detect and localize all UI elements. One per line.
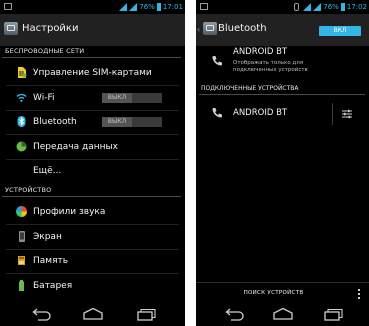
section-divider xyxy=(2,57,181,58)
data-usage-icon xyxy=(16,141,27,152)
recent-apps-icon[interactable] xyxy=(320,307,344,322)
bluetooth-toggle[interactable]: ВЫКЛ xyxy=(102,117,162,127)
settings-item-wifi[interactable]: Wi-Fi ВЫКЛ xyxy=(0,86,185,110)
settings-item-data-usage[interactable]: Передача данных xyxy=(0,135,185,159)
back-icon[interactable] xyxy=(222,307,246,322)
switch-thumb: ВЫКЛ xyxy=(102,117,132,127)
display-icon xyxy=(19,231,25,242)
battery-icon xyxy=(19,280,24,291)
settings-item-more[interactable]: Ещё... xyxy=(0,159,185,183)
section-divider xyxy=(199,94,365,95)
settings-item-label: Профили звука xyxy=(33,207,106,217)
notification-icon xyxy=(200,3,208,10)
settings-item-label: Управление SIM-картами xyxy=(33,68,152,78)
overflow-menu-icon[interactable] xyxy=(358,289,361,299)
device-settings-icon[interactable] xyxy=(341,108,353,120)
sound-profile-icon xyxy=(16,206,27,217)
notification-icon xyxy=(4,3,12,10)
bluetooth-toggle-label: ВЫКЛ xyxy=(107,118,127,125)
sim-card-icon xyxy=(18,67,27,78)
battery-icon xyxy=(340,2,345,11)
phone-icon xyxy=(212,108,222,118)
settings-item-sim[interactable]: Управление SIM-картами xyxy=(0,61,185,85)
navigation-bar xyxy=(0,303,185,326)
section-header-paired: ПОДКЛЮЧЕННЫЕ УСТРОЙСТВА xyxy=(201,85,299,92)
bluetooth-status-icon xyxy=(294,2,300,11)
settings-item-label: Ещё... xyxy=(33,166,62,176)
bluetooth-icon xyxy=(17,116,26,127)
signal-icon-2 xyxy=(129,2,138,11)
battery-icon xyxy=(156,2,161,11)
home-icon[interactable] xyxy=(81,307,105,322)
page-title: Bluetooth xyxy=(218,23,267,34)
home-icon[interactable] xyxy=(271,307,295,322)
status-bar: 76% 17:01 xyxy=(0,0,185,13)
paired-device-name: ANDROID BT xyxy=(233,108,288,118)
status-bar: 76% 17:02 xyxy=(196,0,369,13)
section-header-device: УСТРОЙСТВО xyxy=(5,186,52,194)
bluetooth-master-toggle[interactable]: ВКЛ xyxy=(319,26,361,36)
settings-screen: 76% 17:01 Настройки БЕСПРОВОДНЫЕ СЕТИ Уп… xyxy=(0,0,185,326)
settings-item-label: Bluetooth xyxy=(33,117,77,127)
settings-app-icon[interactable] xyxy=(203,22,217,35)
bottom-action-bar: ПОИСК УСТРОЙСТВ xyxy=(196,282,369,304)
settings-item-bluetooth[interactable]: Bluetooth ВЫКЛ xyxy=(0,110,185,134)
phone-icon xyxy=(212,56,222,66)
toggle-label: ВКЛ xyxy=(333,27,347,34)
section-header-wireless: БЕСПРОВОДНЫЕ СЕТИ xyxy=(5,47,85,55)
navigation-bar xyxy=(196,303,369,326)
search-devices-button[interactable]: ПОИСК УСТРОЙСТВ xyxy=(196,283,351,304)
switch-thumb: ВЫКЛ xyxy=(102,93,132,103)
wifi-toggle[interactable]: ВЫКЛ xyxy=(102,93,162,103)
settings-item-label: Батарея xyxy=(33,281,73,291)
device-name: ANDROID BT xyxy=(233,47,288,57)
settings-item-label: Экран xyxy=(33,232,62,242)
clock: 17:01 xyxy=(162,2,183,11)
settings-item-storage[interactable]: Память xyxy=(0,249,185,273)
settings-item-sound[interactable]: Профили звука xyxy=(0,200,185,224)
bluetooth-screen: 76% 17:02 ‹ Bluetooth ВКЛ ANDROID BT Ото… xyxy=(196,0,369,326)
section-divider xyxy=(2,196,181,197)
wifi-icon xyxy=(16,93,27,102)
action-bar: Настройки xyxy=(0,14,185,46)
page-title: Настройки xyxy=(22,23,79,34)
action-bar: ‹ Bluetooth ВКЛ xyxy=(196,14,369,46)
settings-item-display[interactable]: Экран xyxy=(0,225,185,249)
recent-apps-icon[interactable] xyxy=(133,307,157,322)
signal-icon xyxy=(119,2,128,11)
settings-app-icon[interactable] xyxy=(4,22,18,35)
battery-percent: 76% xyxy=(139,2,155,11)
settings-item-label: Память xyxy=(33,256,69,266)
signal-icon xyxy=(303,2,312,11)
up-caret-icon[interactable]: ‹ xyxy=(197,25,200,34)
storage-icon xyxy=(18,256,25,265)
device-visibility: Отображать только для подключенных устро… xyxy=(233,60,308,73)
back-icon[interactable] xyxy=(29,307,53,322)
clock: 17:02 xyxy=(346,2,367,11)
vertical-separator xyxy=(332,103,333,125)
signal-icon-2 xyxy=(313,2,322,11)
settings-item-label: Wi-Fi xyxy=(33,93,55,103)
settings-item-label: Передача данных xyxy=(33,142,118,152)
settings-item-battery[interactable]: Батарея xyxy=(0,274,185,298)
battery-percent: 76% xyxy=(323,2,339,11)
wifi-toggle-label: ВЫКЛ xyxy=(107,94,127,101)
